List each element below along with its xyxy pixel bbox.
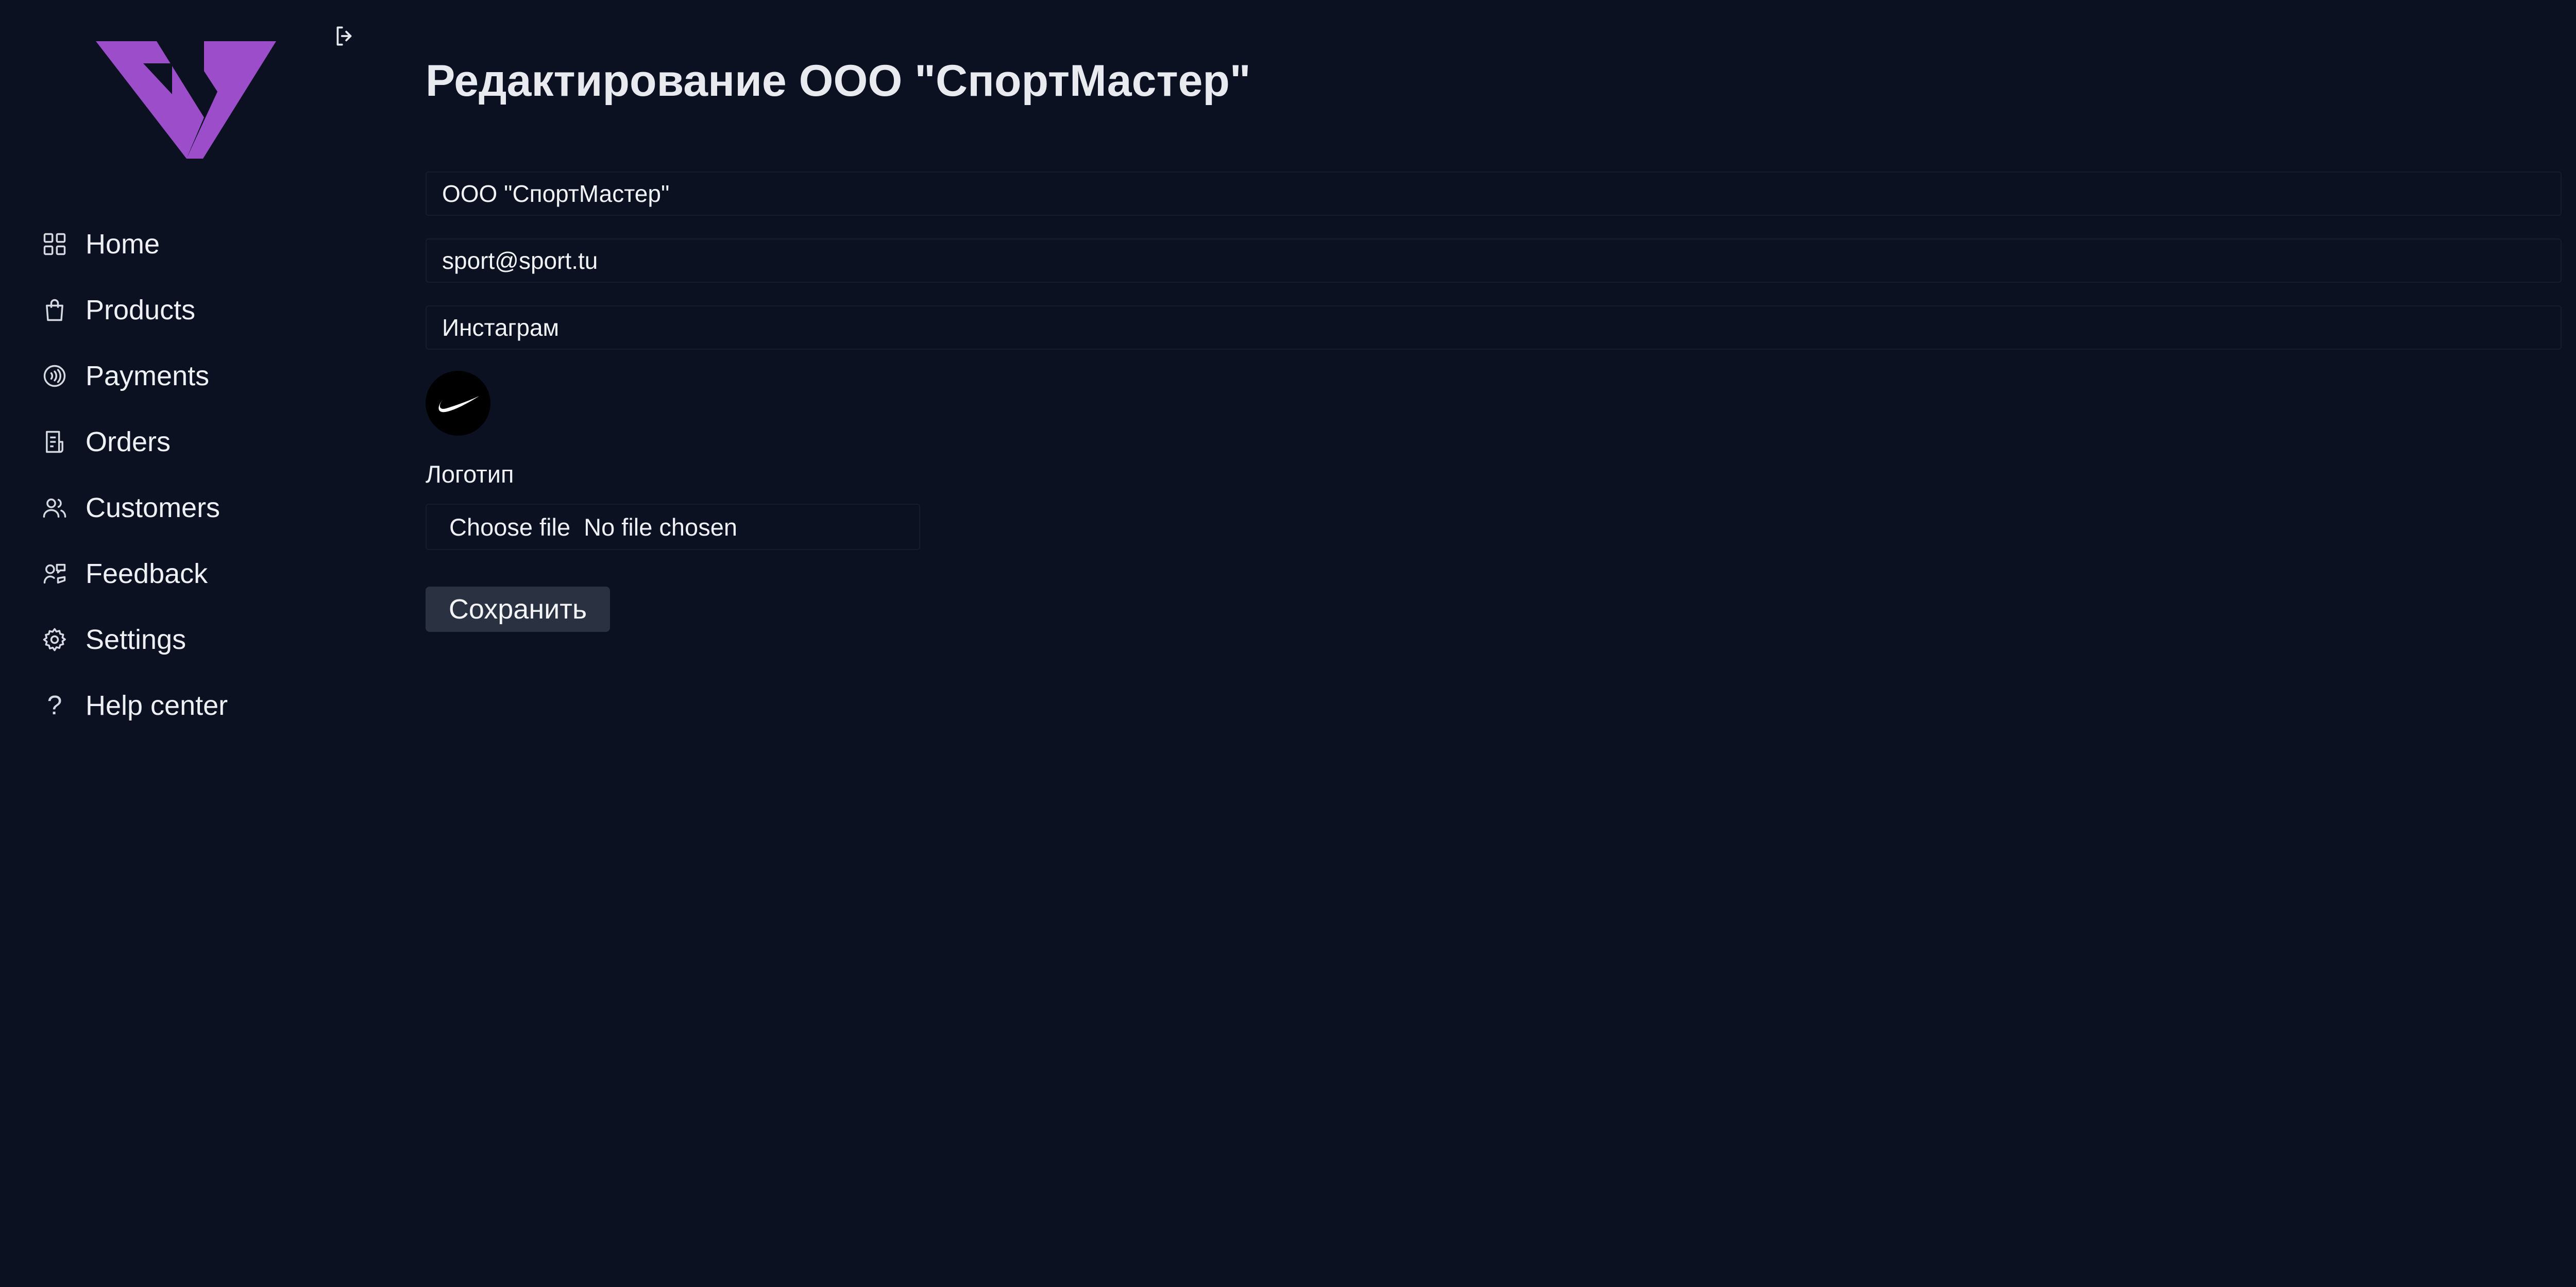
sidebar-nav: Home Products Payments Orders Customers … bbox=[41, 211, 228, 739]
sidebar-item-label: Products bbox=[86, 295, 196, 325]
contactless-icon bbox=[41, 363, 68, 389]
app-root: Home Products Payments Orders Customers … bbox=[0, 0, 2576, 1287]
logo-field-label: Логотип bbox=[426, 460, 514, 488]
social-network-field[interactable] bbox=[426, 305, 2562, 350]
users-icon bbox=[41, 494, 68, 521]
company-logo-preview bbox=[426, 371, 490, 436]
sidebar-item-feedback[interactable]: Feedback bbox=[41, 541, 228, 607]
sidebar-item-home[interactable]: Home bbox=[41, 211, 228, 277]
sidebar-item-label: Help center bbox=[86, 690, 228, 721]
company-name-field[interactable] bbox=[426, 171, 2562, 216]
sidebar-item-settings[interactable]: Settings bbox=[41, 607, 228, 673]
choose-file-button[interactable]: Choose file bbox=[449, 513, 570, 541]
sidebar-item-label: Customers bbox=[86, 492, 221, 523]
sidebar-item-label: Payments bbox=[86, 361, 210, 391]
sidebar-item-payments[interactable]: Payments bbox=[41, 343, 228, 409]
sidebar: Home Products Payments Orders Customers … bbox=[0, 0, 392, 1287]
sidebar-item-label: Orders bbox=[86, 426, 171, 457]
page-title: Редактирование ООО "СпортМастер" bbox=[426, 56, 1251, 106]
sidebar-item-label: Settings bbox=[86, 624, 187, 655]
logo-file-input[interactable]: Choose file No file chosen bbox=[426, 504, 920, 550]
sidebar-item-help-center[interactable]: ? Help center bbox=[41, 673, 228, 739]
logout-icon[interactable] bbox=[332, 23, 358, 49]
sidebar-item-orders[interactable]: Orders bbox=[41, 409, 228, 475]
grid-icon bbox=[41, 231, 68, 258]
brand-logo bbox=[96, 41, 276, 159]
save-button[interactable]: Сохранить bbox=[426, 587, 610, 632]
feedback-icon bbox=[41, 560, 68, 587]
file-status-text: No file chosen bbox=[584, 513, 737, 541]
email-field[interactable] bbox=[426, 238, 2562, 283]
receipt-icon bbox=[41, 428, 68, 455]
swoosh-logo-icon bbox=[438, 396, 479, 413]
sidebar-item-customers[interactable]: Customers bbox=[41, 475, 228, 541]
shopping-bag-icon bbox=[41, 297, 68, 323]
gear-icon bbox=[41, 626, 68, 653]
sidebar-item-label: Feedback bbox=[86, 558, 208, 589]
sidebar-item-products[interactable]: Products bbox=[41, 277, 228, 343]
question-icon: ? bbox=[47, 691, 62, 720]
sidebar-item-label: Home bbox=[86, 229, 160, 260]
